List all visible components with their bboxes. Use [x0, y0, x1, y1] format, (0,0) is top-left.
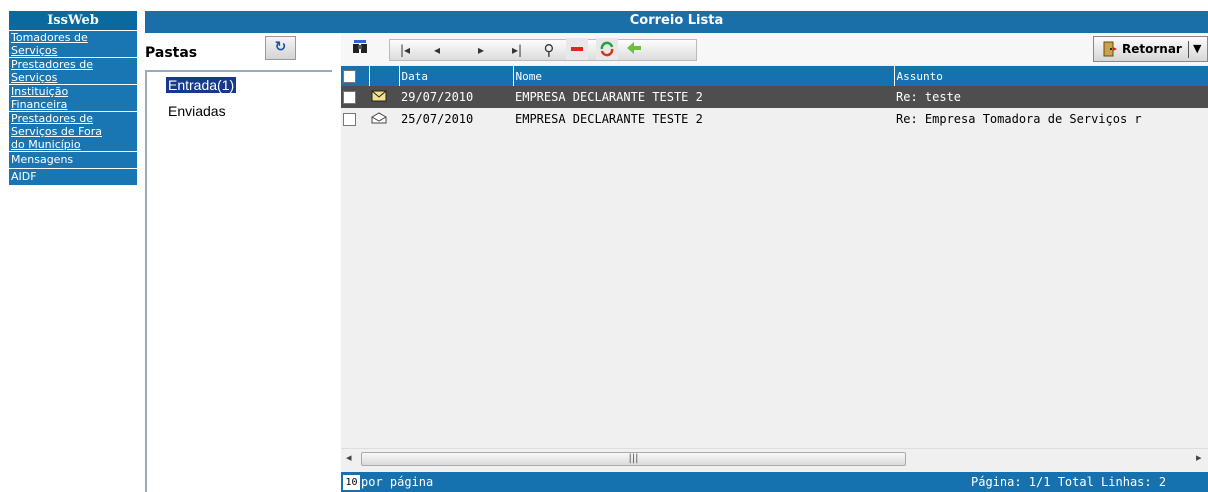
row-status-cell: [369, 108, 399, 130]
folders-panel: Pastas ↻ Entrada(1) Enviadas: [145, 33, 332, 492]
nav-item-aidf[interactable]: AIDF: [9, 168, 137, 185]
row-select-cell: [341, 86, 369, 108]
select-all-checkbox[interactable]: [343, 69, 356, 83]
retornar-separator: [1188, 41, 1189, 58]
left-navigation: IssWeb Tomadores de Serviços Prestadores…: [9, 11, 137, 492]
chevron-down-icon[interactable]: ▼: [1193, 37, 1201, 61]
search-binoculars-button[interactable]: [347, 39, 373, 61]
read-envelope-icon: [371, 111, 387, 123]
reload-icon[interactable]: [596, 38, 618, 60]
next-page-icon[interactable]: ▸: [474, 40, 488, 62]
nav-item-prestadores-fora-line2: Serviços de Fora: [11, 125, 103, 138]
nav-item-tomadores[interactable]: Tomadores de Serviços: [9, 30, 137, 57]
horizontal-scrollbar[interactable]: ◂ ||| ▸: [341, 448, 1208, 468]
column-header-data[interactable]: Data: [399, 66, 514, 86]
folder-tree: Entrada(1) Enviadas: [145, 70, 332, 492]
paging-toolbar-group: |◂ ◂ ▸ ▸| ⚲: [389, 38, 697, 62]
nav-item-prestadores-fora[interactable]: Prestadores de Serviços de Fora do Munic…: [9, 111, 137, 151]
table-row[interactable]: 25/07/2010 EMPRESA DECLARANTE TESTE 2 Re…: [341, 108, 1208, 130]
scrollbar-thumb[interactable]: |||: [361, 452, 906, 466]
mail-table: Data Nome Assunto 29/07/2010 EMPRESA DEC…: [341, 66, 1208, 130]
find-icon[interactable]: ⚲: [540, 40, 558, 62]
app-title: IssWeb: [9, 11, 137, 30]
row-nome: EMPRESA DECLARANTE TESTE 2: [513, 86, 894, 108]
folder-enviadas[interactable]: Enviadas: [166, 103, 228, 119]
nav-item-instituicao-line2: Financeira: [11, 98, 68, 111]
column-header-assunto[interactable]: Assunto: [894, 66, 1208, 86]
row-checkbox[interactable]: [343, 91, 356, 104]
paging-info: Página: 1/1 Total Linhas: 2: [971, 475, 1167, 489]
nav-item-instituicao-line1: Instituição: [11, 85, 69, 98]
grid-footer: 10 por página Página: 1/1 Total Linhas: …: [341, 472, 1208, 492]
first-page-icon[interactable]: |◂: [398, 40, 412, 62]
refresh-button[interactable]: ↻: [265, 36, 296, 60]
search-binoculars-icon: [353, 40, 367, 53]
grip-icon: |||: [628, 453, 639, 464]
row-status-cell: [369, 86, 399, 108]
row-nome: EMPRESA DECLARANTE TESTE 2: [513, 108, 894, 130]
row-checkbox[interactable]: [343, 113, 356, 126]
nav-item-prestadores-fora-line3: do Município: [11, 138, 81, 151]
prev-page-icon[interactable]: ◂: [430, 40, 444, 62]
refresh-icon: ↻: [274, 39, 287, 55]
row-assunto: Re: teste: [894, 86, 1208, 108]
nav-item-prestadores-fora-line1: Prestadores de: [11, 112, 94, 125]
nav-item-instituicao[interactable]: Instituição Financeira: [9, 84, 137, 111]
exit-door-icon: [1103, 41, 1117, 57]
last-page-icon[interactable]: ▸|: [510, 40, 524, 62]
row-assunto: Re: Empresa Tomadora de Serviços r: [894, 108, 1208, 130]
table-row[interactable]: 29/07/2010 EMPRESA DECLARANTE TESTE 2 Re…: [341, 86, 1208, 108]
row-select-cell: [341, 108, 369, 130]
move-icon[interactable]: [624, 40, 644, 62]
scroll-right-icon[interactable]: ▸: [1196, 451, 1202, 464]
header-bar: Correio Lista: [145, 11, 1208, 33]
nav-item-tomadores-line1: Tomadores de: [11, 31, 88, 44]
row-date: 29/07/2010: [399, 86, 513, 108]
folders-title: Pastas: [145, 45, 198, 61]
mail-grid: |◂ ◂ ▸ ▸| ⚲ Retornar ▼ Data Nome Assunto…: [341, 33, 1208, 492]
unread-envelope-icon: [371, 90, 387, 101]
per-page-label: por página: [361, 475, 434, 489]
nav-item-prestadores[interactable]: Prestadores de Serviços: [9, 57, 137, 84]
row-date: 25/07/2010: [399, 108, 513, 130]
per-page-select[interactable]: 10: [343, 475, 360, 490]
select-all-header[interactable]: [341, 66, 370, 86]
grid-toolbar: |◂ ◂ ▸ ▸| ⚲ Retornar ▼: [341, 33, 1208, 65]
page-title: Correio Lista: [629, 13, 724, 28]
folder-entrada[interactable]: Entrada(1): [166, 77, 237, 93]
column-header-nome[interactable]: Nome: [513, 66, 895, 86]
scroll-left-icon[interactable]: ◂: [346, 451, 352, 464]
retornar-button[interactable]: Retornar ▼: [1093, 36, 1208, 62]
remove-icon[interactable]: [566, 38, 588, 60]
nav-item-mensagens[interactable]: Mensagens: [9, 151, 137, 168]
status-header: [369, 66, 400, 86]
nav-item-prestadores-line1: Prestadores de: [11, 58, 94, 71]
retornar-label: Retornar: [1122, 42, 1182, 56]
nav-item-prestadores-line2: Serviços: [11, 71, 58, 84]
nav-item-tomadores-line2: Serviços: [11, 44, 58, 57]
table-header-row: Data Nome Assunto: [341, 66, 1208, 86]
